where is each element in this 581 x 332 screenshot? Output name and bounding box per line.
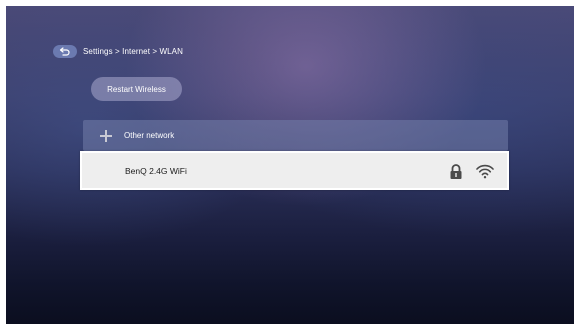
plus-icon [100, 130, 112, 142]
wlan-settings-screen: Settings > Internet > WLAN Restart Wirel… [6, 6, 574, 324]
other-network-item[interactable]: Other network [83, 120, 508, 151]
breadcrumb-path: Settings > Internet > WLAN [83, 46, 183, 56]
wifi-signal-icon [476, 164, 494, 179]
back-button[interactable] [53, 44, 77, 58]
lock-icon [450, 164, 462, 179]
restart-wireless-button[interactable]: Restart Wireless [91, 77, 182, 101]
network-name: BenQ 2.4G WiFi [125, 166, 187, 176]
network-item-benq[interactable]: BenQ 2.4G WiFi [80, 151, 509, 190]
breadcrumb: Settings > Internet > WLAN [53, 43, 183, 59]
other-network-label: Other network [124, 131, 175, 140]
back-arrow-icon [59, 46, 70, 56]
